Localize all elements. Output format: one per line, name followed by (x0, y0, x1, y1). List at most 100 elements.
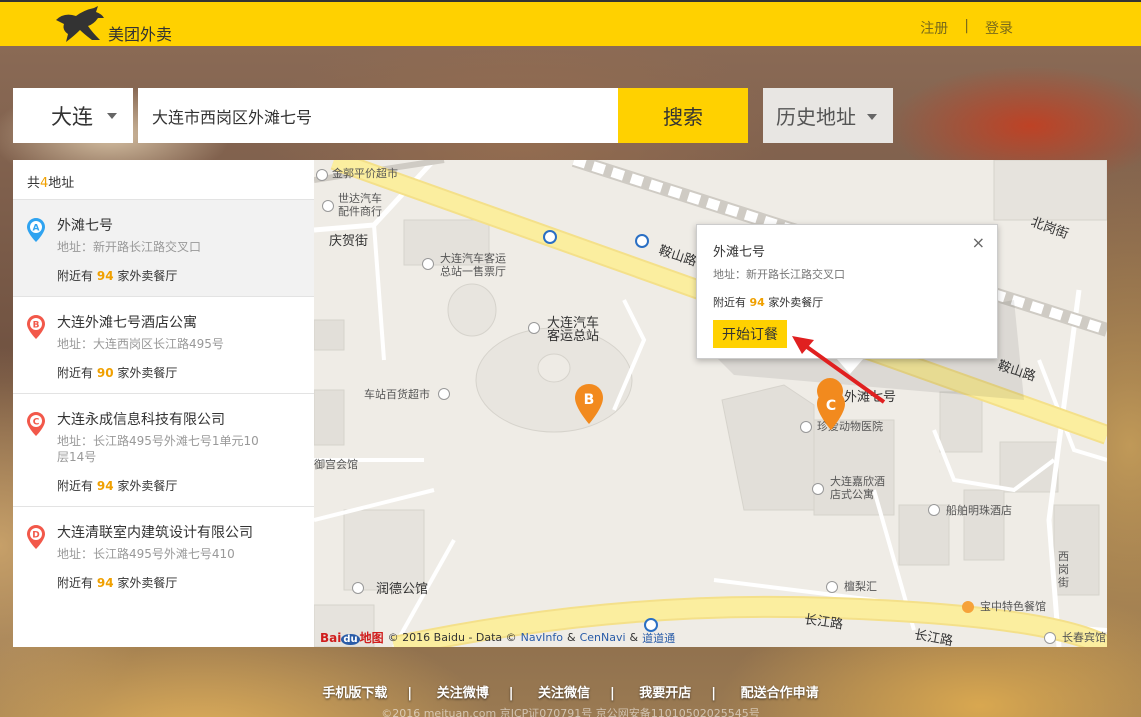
address-detail: 地址：长江路495号外滩七号1单元10层14号 (57, 434, 259, 464)
building-icon (352, 582, 364, 594)
logo[interactable]: 美团外卖 (54, 6, 172, 46)
footer-link-wechat[interactable]: 关注微信 (538, 686, 590, 701)
start-order-button[interactable]: 开始订餐 (713, 320, 787, 348)
map-label: 润德公馆 (376, 582, 429, 597)
close-icon[interactable]: × (972, 233, 985, 252)
supermarket-icon (316, 169, 328, 181)
car-icon (322, 200, 334, 212)
bus-stop-icon (635, 234, 649, 248)
address-search-input[interactable] (138, 88, 618, 143)
svg-text:C: C (33, 418, 40, 428)
history-label: 历史地址 (776, 105, 856, 129)
address-detail: 地址：长江路495号外滩七号410 (57, 547, 235, 561)
bus-stop-icon (543, 230, 557, 244)
logo-text: 美团外卖 (108, 25, 173, 44)
footer-separator: | (711, 686, 717, 701)
address-item-c[interactable]: C 大连永成信息科技有限公司 地址：长江路495号外滩七号1单元10层14号 附… (13, 394, 314, 507)
kangaroo-icon (56, 6, 104, 42)
map-label: 大连汽车 客运总站 (547, 316, 600, 344)
city-value: 大连 (51, 104, 93, 129)
map-marker-b-icon[interactable]: B (574, 384, 604, 424)
pin-c-icon: C (27, 412, 45, 436)
address-item-a[interactable]: A 外滩七号 地址：新开路长江路交叉口 附近有 94 家外卖餐厅 (13, 200, 314, 297)
pin-a-icon: A (27, 218, 45, 242)
navinfo-link[interactable]: NavInfo (521, 631, 563, 644)
nearby-restaurants: 附近有 94 家外卖餐厅 (57, 576, 178, 590)
nearby-restaurants: 附近有 90 家外卖餐厅 (57, 366, 178, 380)
footer-links: 手机版下载 | 关注微博 | 关注微信 | 我要开店 | 配送合作申请 (0, 682, 1141, 701)
copyright-amp: & (629, 631, 639, 644)
popup-address: 地址：新开路长江路交叉口 (713, 268, 845, 281)
map-label: 宝中特色餐馆 (980, 600, 1046, 613)
hotel-icon (812, 483, 824, 495)
chevron-down-icon (107, 113, 117, 119)
map-copyright: Bai du 地图 © 2016 Baidu - Data © NavInfo & … (320, 629, 675, 646)
address-detail: 地址：大连西岗区长江路495号 (57, 337, 224, 351)
footer-separator: | (610, 686, 615, 701)
address-name: 外滩七号 (57, 218, 113, 234)
map-view[interactable]: 金郭平价超市 世达汽车 配件商行 庆贺街 大连汽车客运 总站一售票厅 鞍山路 北… (314, 160, 1107, 647)
copyright-amp: & (566, 631, 576, 644)
search-button[interactable]: 搜索 (618, 88, 748, 143)
login-link[interactable]: 登录 (985, 18, 1013, 38)
footer-separator: | (508, 686, 514, 701)
city-select[interactable]: 大连 (13, 88, 133, 143)
poi-icon (826, 581, 838, 593)
map-label: 大连汽车客运 总站一售票厅 (440, 252, 506, 278)
address-name: 大连永成信息科技有限公司 (57, 412, 225, 428)
arrow-annotation-icon (792, 336, 886, 404)
address-name: 大连外滩七号酒店公寓 (57, 315, 197, 331)
pin-b-icon: B (27, 315, 45, 339)
auth-links: 注册 | 登录 (920, 18, 1013, 38)
daodaotong-link[interactable]: 道道通 (642, 630, 675, 646)
popup-title: 外滩七号 (713, 245, 766, 260)
address-list: 共4地址 A 外滩七号 地址：新开路长江路交叉口 附近有 94 家外卖餐厅 B … (13, 160, 314, 647)
svg-text:A: A (33, 224, 40, 234)
footer-separator: | (407, 686, 413, 701)
copyright-text: © 2016 Baidu - Data © (387, 631, 517, 644)
popup-nearby: 附近有 94 家外卖餐厅 (713, 296, 824, 309)
map-label: 檀梨汇 (844, 580, 877, 593)
ticket-icon (422, 258, 434, 270)
street-label: 西岗街 (1058, 550, 1069, 589)
footer-link-mobile[interactable]: 手机版下载 (322, 686, 387, 701)
supermarket-icon (438, 388, 450, 400)
chevron-down-icon (867, 114, 877, 120)
svg-text:D: D (32, 531, 39, 541)
address-name: 大连清联室内建筑设计有限公司 (57, 525, 253, 541)
map-label: 大连嘉欣酒 店式公寓 (830, 475, 885, 501)
footer-link-weibo[interactable]: 关注微博 (437, 686, 489, 701)
hotel-icon (928, 504, 940, 516)
count-suffix: 地址 (48, 176, 75, 191)
map-label: 御宫会馆 (314, 458, 358, 471)
history-address-select[interactable]: 历史地址 (763, 88, 893, 143)
auth-separator: | (964, 18, 969, 34)
map-label: 金郭平价超市 (332, 167, 398, 180)
restaurant-icon (962, 601, 974, 613)
map-label: 世达汽车 配件商行 (338, 192, 382, 218)
bus-station-icon (528, 322, 540, 334)
nearby-restaurants: 附近有 94 家外卖餐厅 (57, 479, 178, 493)
footer-link-open-store[interactable]: 我要开店 (639, 686, 691, 701)
hotel-icon (1044, 632, 1056, 644)
paw-icon (800, 421, 812, 433)
map-label: 车站百货超市 (364, 388, 430, 401)
map-label: 船舶明珠酒店 (946, 504, 1012, 517)
address-count: 共4地址 (13, 160, 314, 200)
svg-text:B: B (584, 392, 595, 408)
svg-text:B: B (33, 321, 40, 331)
street-label: 庆贺街 (329, 234, 369, 249)
address-item-d[interactable]: D 大连清联室内建筑设计有限公司 地址：长江路495号外滩七号410 附近有 9… (13, 507, 314, 604)
nearby-restaurants: 附近有 94 家外卖餐厅 (57, 269, 178, 283)
address-detail: 地址：新开路长江路交叉口 (57, 240, 202, 254)
address-item-b[interactable]: B 大连外滩七号酒店公寓 地址：大连西岗区长江路495号 附近有 90 家外卖餐… (13, 297, 314, 394)
pin-d-icon: D (27, 525, 45, 549)
top-bar: 美团外卖 注册 | 登录 (0, 0, 1141, 46)
map-label: 长春宾馆 (1062, 631, 1106, 644)
register-link[interactable]: 注册 (920, 18, 948, 38)
count-prefix: 共 (27, 176, 41, 191)
cennavi-link[interactable]: CenNavi (580, 631, 626, 644)
footer-link-delivery[interactable]: 配送合作申请 (741, 686, 819, 701)
footer-copyright: ©2016 meituan.com 京ICP证070791号 京公网安备1101… (381, 707, 760, 717)
baidu-logo: Bai du 地图 (320, 631, 384, 645)
